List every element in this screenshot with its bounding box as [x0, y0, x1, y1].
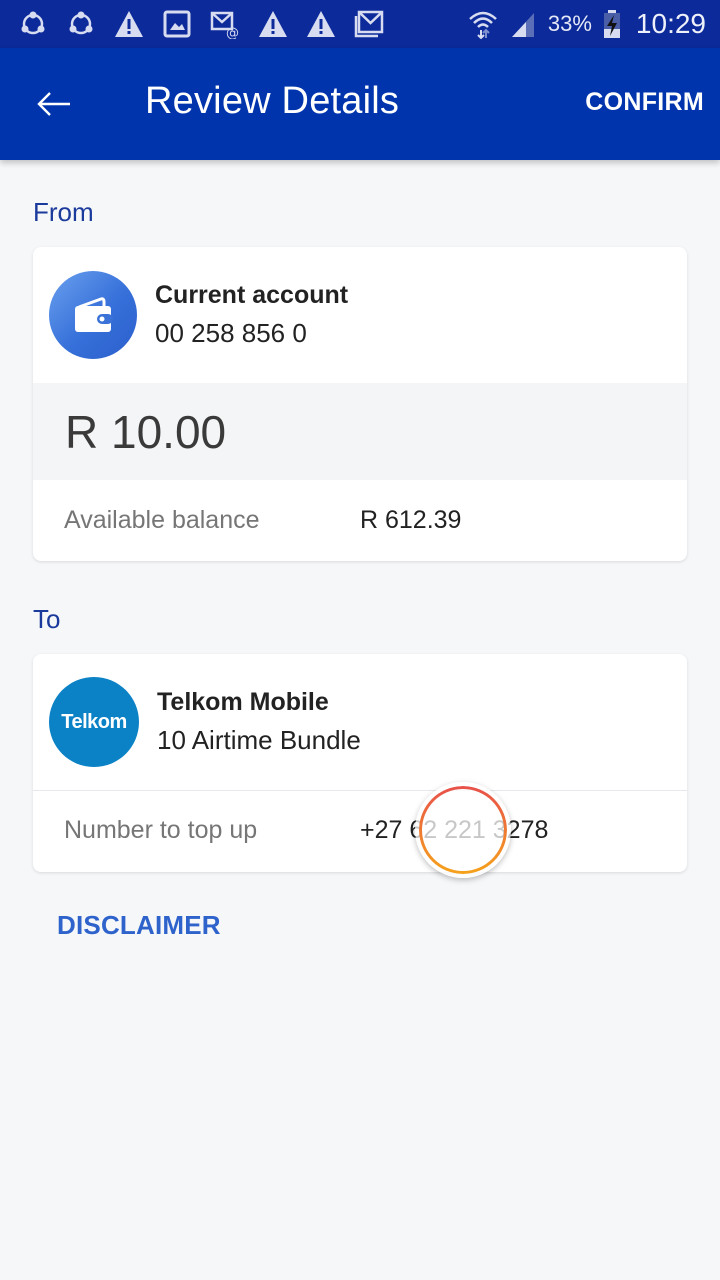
telkom-logo: Telkom: [49, 677, 139, 767]
svg-text:@: @: [226, 26, 239, 39]
available-balance-label: Available balance: [64, 505, 260, 534]
app-bar: Review Details CONFIRM: [0, 48, 720, 160]
battery-charging-icon: [602, 9, 622, 39]
disclaimer-link[interactable]: DISCLAIMER: [57, 910, 221, 941]
gmail-icon: [354, 9, 384, 39]
arrow-left-icon: [37, 92, 70, 116]
from-account-card: Current account 00 258 856 0 R 10.00 Ava…: [33, 247, 687, 561]
confirm-button[interactable]: CONFIRM: [585, 88, 704, 117]
wifi-icon: [468, 9, 498, 39]
warning-icon: [306, 9, 336, 39]
account-header: Current account 00 258 856 0: [33, 247, 687, 383]
product-name: 10 Airtime Bundle: [157, 725, 361, 755]
account-name: Current account: [155, 281, 349, 309]
transfer-amount: R 10.00: [65, 405, 227, 458]
number-to-top-up-value: +27 62 221 3278: [360, 816, 549, 844]
recipient-header: Telkom Telkom Mobile 10 Airtime Bundle: [33, 654, 687, 790]
signal-icon: [508, 9, 538, 39]
number-to-top-up-row: Number to top up +27 62 221 3278: [33, 790, 687, 870]
gallery-icon: [162, 9, 192, 39]
clock: 10:29: [635, 8, 706, 39]
status-bar: @ 33% 10:29: [0, 0, 720, 48]
from-section-label: From: [33, 197, 94, 227]
battery-percent: 33%: [547, 11, 592, 36]
available-balance-value: R 612.39: [360, 505, 462, 534]
telkom-logo-text: Telkom: [61, 710, 127, 733]
shareit-icon: [18, 9, 48, 39]
available-balance-row: Available balance R 612.39: [33, 480, 687, 560]
provider-name: Telkom Mobile: [157, 688, 329, 716]
to-recipient-card: Telkom Telkom Mobile 10 Airtime Bundle N…: [33, 654, 687, 872]
page-title: Review Details: [145, 80, 400, 122]
wallet-icon: [75, 297, 113, 332]
to-section-label: To: [33, 604, 61, 634]
amount-band: R 10.00: [33, 383, 687, 480]
warning-icon: [258, 9, 288, 39]
email-icon: @: [210, 9, 240, 39]
warning-icon: [114, 9, 144, 39]
account-number: 00 258 856 0: [155, 318, 307, 348]
account-avatar: [49, 271, 137, 359]
shareit-icon: [66, 9, 96, 39]
number-to-top-up-label: Number to top up: [64, 816, 258, 844]
notification-icons: @: [18, 9, 384, 39]
back-button[interactable]: [30, 82, 78, 126]
